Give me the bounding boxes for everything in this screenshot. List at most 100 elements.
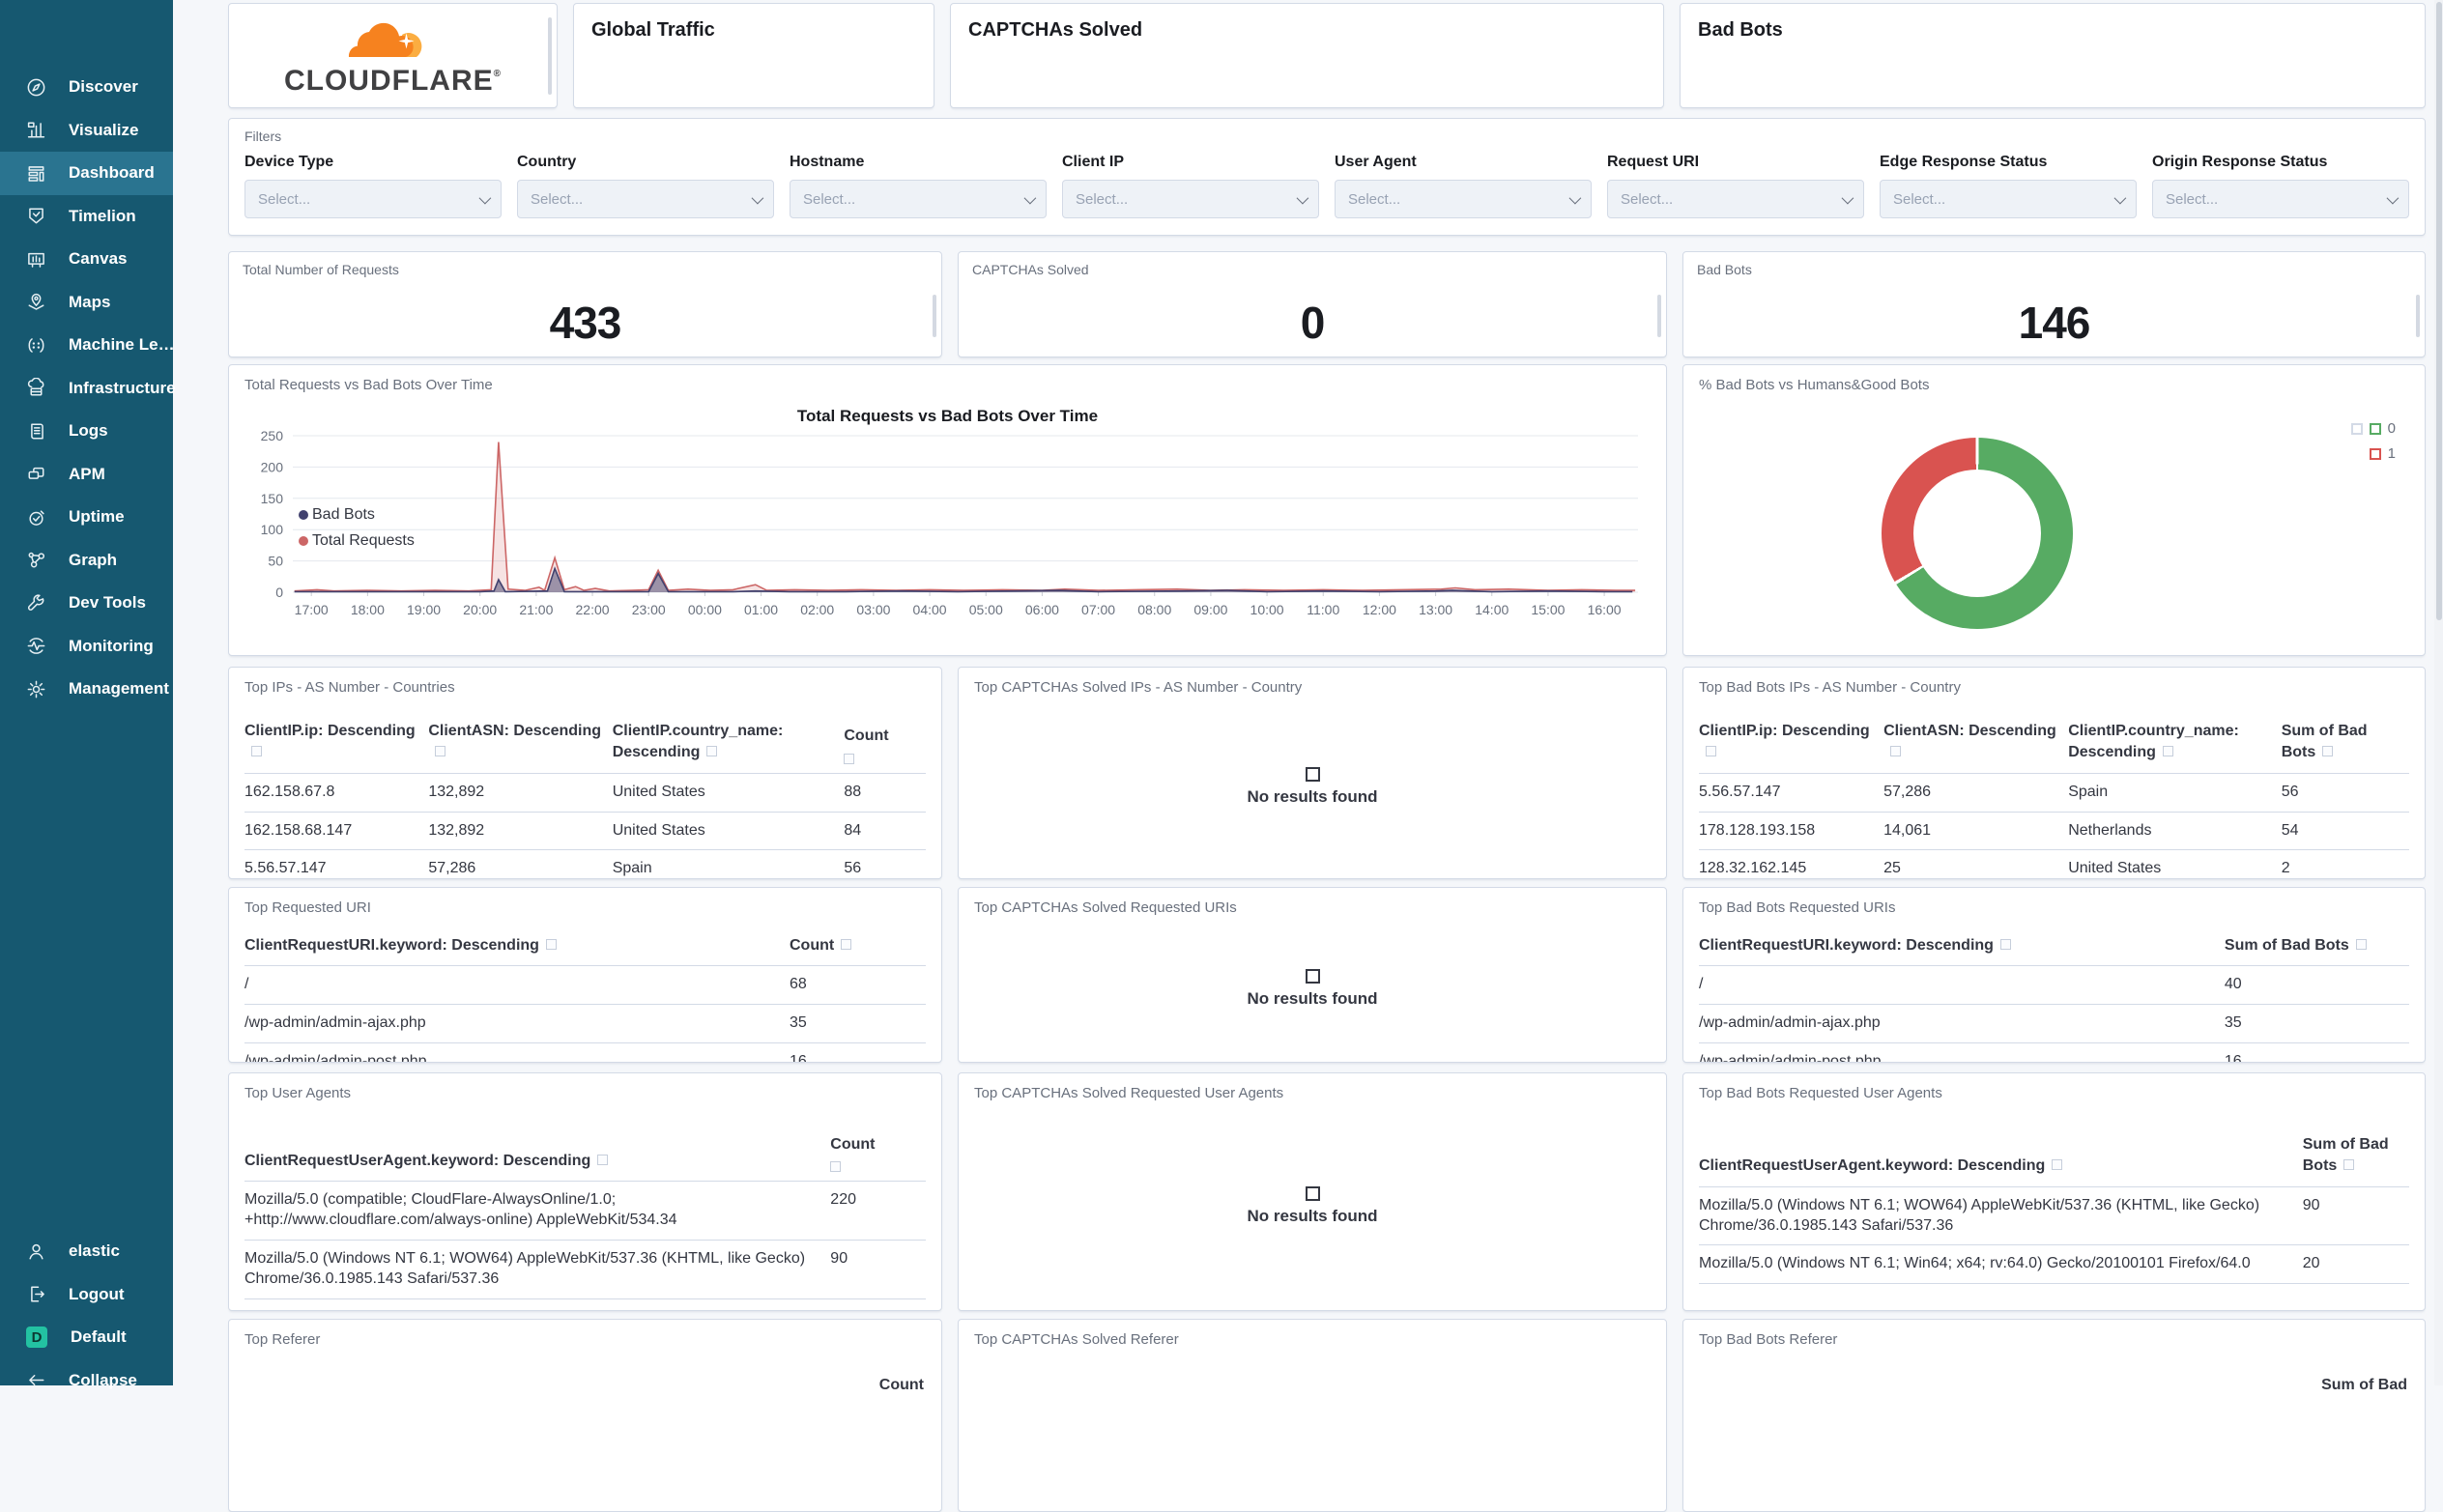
sidebar-item-dev-tools[interactable]: Dev Tools	[0, 582, 173, 625]
collapse-button[interactable]: Collapse	[0, 1359, 173, 1403]
top-ips-panel: Top IPs - AS Number - Countries ClientIP…	[228, 667, 942, 879]
sidebar-item-uptime[interactable]: Uptime	[0, 496, 173, 539]
user-agent-select[interactable]: Select...	[1335, 180, 1592, 218]
legend-item[interactable]: Total Requests	[299, 528, 415, 554]
column-header[interactable]: ClientIP.country_name: Descending	[2068, 717, 2282, 774]
column-header[interactable]: Count	[830, 1130, 926, 1183]
dashboard-icon	[26, 163, 46, 184]
top-requested-uri-panel: Top Requested URI ClientRequestURI.keywo…	[228, 887, 942, 1063]
panel-title: Top User Agents	[244, 1085, 352, 1101]
column-header[interactable]: ClientIP.country_name: Descending	[612, 717, 845, 774]
no-results-icon	[1305, 969, 1320, 984]
sort-checkbox[interactable]	[830, 1161, 842, 1173]
country-select[interactable]: Select...	[517, 180, 774, 218]
sidebar-item-dashboard[interactable]: Dashboard	[0, 152, 173, 195]
legend-item[interactable]: Bad Bots	[299, 501, 415, 528]
sort-checkbox[interactable]	[1706, 746, 1716, 757]
legend-item[interactable]: 1	[2351, 442, 2396, 467]
filters-panel: Filters Device Type Select... Country Se…	[228, 118, 2426, 236]
sort-checkbox[interactable]	[251, 746, 262, 757]
sidebar-item-discover[interactable]: Discover	[0, 66, 173, 109]
legend-item[interactable]: 0	[2350, 416, 2396, 442]
sidebar-item-timelion[interactable]: Timelion	[0, 195, 173, 239]
sidebar-item-canvas[interactable]: Canvas	[0, 238, 173, 281]
sidebar-item-maps[interactable]: Maps	[0, 281, 173, 325]
svg-text:14:00: 14:00	[1475, 602, 1509, 617]
origin-response-status-select[interactable]: Select...	[2152, 180, 2409, 218]
column-header[interactable]: Sum of Bad	[1699, 1377, 2409, 1394]
table-row: /68	[244, 965, 926, 1006]
timeseries-chart[interactable]: Total Requests vs Bad Bots Over Time Bad…	[229, 407, 1666, 655]
panel-scrollbar[interactable]	[2416, 295, 2420, 337]
column-header[interactable]: Sum of Bad Bots	[2281, 717, 2409, 774]
sidebar-item-infrastructure[interactable]: Infrastructure	[0, 367, 176, 411]
svg-text:50: 50	[268, 554, 283, 569]
sort-checkbox[interactable]	[597, 1155, 609, 1165]
sort-checkbox[interactable]	[2343, 1159, 2355, 1171]
column-header[interactable]: Count	[244, 1377, 926, 1394]
sidebar-item-label: Maps	[69, 292, 111, 311]
total-requests-metric: Total Number of Requests 433	[228, 251, 942, 357]
column-header[interactable]: ClientIP.ip: Descending	[1699, 717, 1884, 774]
page-scrollbar[interactable]	[2434, 0, 2443, 1385]
column-header[interactable]: ClientRequestUserAgent.keyword: Descendi…	[244, 1130, 831, 1183]
cloudflare-wordmark: CLOUDFLARE®	[283, 64, 503, 97]
column-header[interactable]: ClientASN: Descending	[428, 717, 613, 774]
panel-title: Top CAPTCHAs Solved Requested URIs	[974, 899, 1237, 916]
metrics-row: Total Number of Requests 433 CAPTCHAs So…	[228, 251, 2426, 357]
column-header[interactable]: Sum of Bad Bots	[2302, 1130, 2409, 1187]
panel-scrollbar[interactable]	[1657, 295, 1661, 337]
sidebar-item-logs[interactable]: Logs	[0, 410, 173, 453]
panel-scrollbar[interactable]	[548, 17, 552, 95]
uptime-icon	[26, 507, 46, 528]
column-header[interactable]: ClientRequestUserAgent.keyword: Descendi…	[1699, 1130, 2303, 1187]
svg-text:02:00: 02:00	[800, 602, 834, 617]
request-uri-select[interactable]: Select...	[1607, 180, 1864, 218]
sort-checkbox[interactable]	[1999, 939, 2011, 950]
sidebar-item-management[interactable]: Management	[0, 668, 173, 711]
sort-checkbox[interactable]	[2355, 939, 2367, 950]
dashboard-content: CLOUDFLARE® Global Traffic CAPTCHAs Solv…	[173, 0, 2443, 1512]
column-header[interactable]: ClientASN: Descending	[1883, 717, 2069, 774]
bad-bots-metric: Bad Bots 146	[1682, 251, 2426, 357]
page-scrollbar-thumb[interactable]	[2435, 2, 2442, 620]
column-header[interactable]: Count	[844, 717, 926, 774]
sort-checkbox[interactable]	[706, 746, 718, 757]
column-header[interactable]: ClientRequestURI.keyword: Descending	[1699, 931, 2225, 967]
column-header[interactable]: Count	[790, 931, 926, 967]
no-results-icon	[1305, 1185, 1320, 1201]
space-switcher[interactable]: D Default	[0, 1316, 173, 1359]
sort-checkbox[interactable]	[844, 753, 855, 764]
timeseries-svg[interactable]: 0 50 100 150 200 250 17:00 18:00 19:00 20:00 21:00…	[243, 426, 1653, 653]
user-menu[interactable]: elastic	[0, 1230, 173, 1273]
sort-checkbox[interactable]	[2162, 746, 2173, 757]
table-row: /40	[1699, 965, 2409, 1006]
edge-response-status-select[interactable]: Select...	[1880, 180, 2137, 218]
hostname-select[interactable]: Select...	[790, 180, 1047, 218]
sort-checkbox[interactable]	[545, 939, 557, 950]
column-header[interactable]: ClientIP.ip: Descending	[244, 717, 429, 774]
sort-checkbox[interactable]	[435, 746, 446, 757]
sort-checkbox[interactable]	[1890, 746, 1902, 757]
device-type-select[interactable]: Select...	[244, 180, 502, 218]
donut-chart[interactable]	[1882, 438, 2073, 629]
sidebar-item-machine-learning[interactable]: Machine Le…	[0, 324, 175, 367]
client-ip-select[interactable]: Select...	[1062, 180, 1319, 218]
sort-checkbox[interactable]	[2052, 1159, 2063, 1171]
sidebar-item-graph[interactable]: Graph	[0, 539, 173, 583]
column-header[interactable]: ClientRequestURI.keyword: Descending	[244, 931, 790, 967]
kibana-dashboard: { "sidebar": { "items": ["Discover","Vis…	[0, 0, 2443, 1512]
sidebar-item-visualize[interactable]: Visualize	[0, 109, 173, 153]
sort-checkbox[interactable]	[2322, 746, 2334, 757]
panel-title: Top Bad Bots IPs - AS Number - Country	[1699, 679, 1961, 696]
sort-checkbox[interactable]	[841, 939, 852, 950]
sidebar-item-apm[interactable]: APM	[0, 453, 173, 497]
panel-scrollbar[interactable]	[933, 295, 936, 337]
filter-group-user-agent: User Agent Select...	[1335, 154, 1592, 218]
logout-button[interactable]: Logout	[0, 1273, 173, 1317]
sidebar-item-monitoring[interactable]: Monitoring	[0, 625, 173, 669]
top-bad-bots-user-agents-table: ClientRequestUserAgent.keyword: Descendi…	[1699, 1130, 2409, 1285]
bad-bots-header-panel: Bad Bots	[1680, 3, 2426, 108]
column-header[interactable]: Sum of Bad Bots	[2224, 931, 2409, 967]
timeseries-panel: Total Requests vs Bad Bots Over Time Tot…	[228, 364, 1667, 656]
